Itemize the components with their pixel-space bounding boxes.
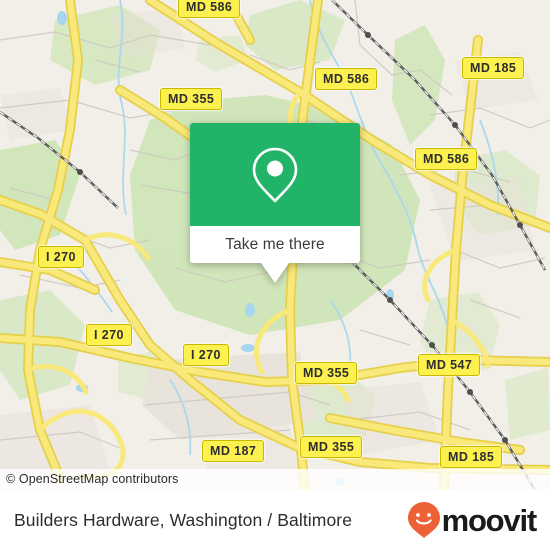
popup-icon-area [190,123,360,226]
location-pin-icon [252,147,298,202]
road-shield: I 270 [86,324,132,346]
popup-action-bar[interactable]: Take me there [190,226,360,283]
road-shield: MD 586 [415,148,478,170]
take-me-there-popup[interactable]: Take me there [190,123,360,283]
road-shield: MD 355 [160,88,223,110]
road-shield: MD 547 [418,354,481,376]
road-shield: I 270 [183,344,229,366]
road-shield: MD 185 [440,446,503,468]
road-shield: MD 187 [202,440,265,462]
road-shield: MD 586 [315,68,378,90]
footer-bar: Builders Hardware, Washington / Baltimor… [0,490,550,550]
place-title: Builders Hardware, Washington / Baltimor… [14,509,353,530]
moovit-map-screenshot: MD 586 MD 586 MD 185 MD 355 MD 586 I 270 I 270… [0,0,550,550]
road-shield: MD 355 [295,362,358,384]
popup-pointer-arrow [261,263,289,283]
road-shield: MD 586 [178,0,241,18]
road-shield: MD 355 [300,436,363,458]
moovit-pin-icon [407,502,440,538]
road-shield: I 270 [38,246,84,268]
moovit-logo[interactable]: moovit [407,501,538,539]
road-shield: MD 185 [462,57,525,79]
take-me-there-label: Take me there [225,235,325,253]
moovit-wordmark: moovit [441,502,538,538]
map-attribution[interactable]: © OpenStreetMap contributors [0,469,550,490]
